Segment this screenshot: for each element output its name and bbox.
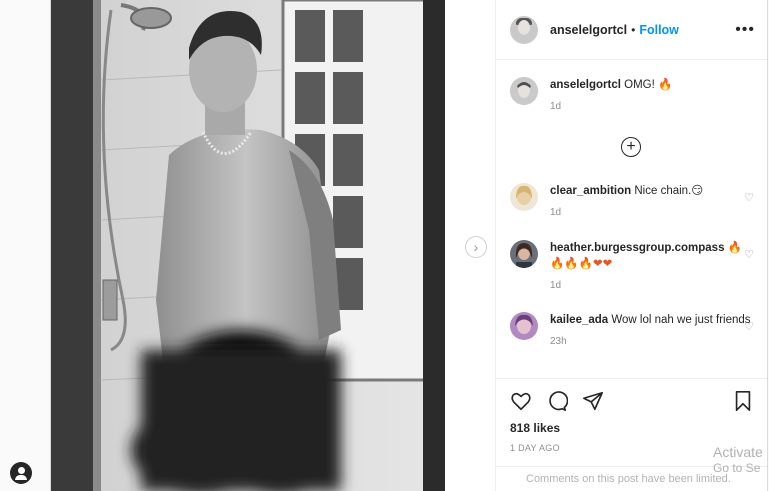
comment-avatar-image: [510, 240, 538, 268]
like-heart-icon[interactable]: [510, 390, 534, 414]
author-avatar[interactable]: [510, 15, 538, 44]
comment-text-block: kailee_ada Wow lol nah we just friends: [550, 312, 760, 328]
like-comment-heart-icon[interactable]: ♡: [744, 191, 754, 204]
next-post-arrow-icon[interactable]: ›: [465, 236, 487, 258]
comment-bubble-icon[interactable]: [546, 390, 570, 414]
profile-head-shape: [17, 467, 25, 474]
caption: anselelgortcl OMG! 🔥 1d: [510, 77, 760, 112]
post-header: anselelgortcl • Follow •••: [496, 0, 767, 60]
comment-text: Wow lol nah we just friends: [611, 314, 751, 326]
comment-avatar-image: [510, 312, 538, 340]
comment-username[interactable]: clear_ambition: [550, 185, 631, 197]
more-options-icon[interactable]: •••: [735, 21, 755, 39]
watermark-line-2: Go to Se: [713, 461, 761, 475]
comment-username[interactable]: kailee_ada: [550, 314, 608, 326]
load-more-comments-icon[interactable]: +: [621, 137, 641, 157]
like-comment-heart-icon[interactable]: ♡: [744, 248, 754, 261]
comment-time[interactable]: 23h: [550, 336, 760, 347]
comment-text: 🔥: [727, 242, 742, 254]
save-bookmark-icon[interactable]: [732, 390, 756, 414]
watermark-line-1: Activate: [713, 444, 763, 460]
post-media[interactable]: [51, 0, 445, 491]
author-username[interactable]: anselelgortcl: [550, 23, 627, 37]
comment-text: Nice chain.😏: [634, 185, 704, 197]
avatar-face-shape: [518, 19, 530, 35]
post-modal: anselelgortcl • Follow ••• anselelgortcl…: [50, 0, 768, 491]
profile-shoulders-shape: [15, 475, 27, 480]
caption-text-block: anselelgortcl OMG! 🔥: [550, 77, 760, 93]
caption-time[interactable]: 1d: [550, 101, 760, 112]
caption-text: OMG! 🔥: [624, 79, 673, 91]
likes-count[interactable]: 818 likes: [510, 421, 756, 435]
comment-avatar[interactable]: [510, 240, 538, 268]
post-side-panel: anselelgortcl • Follow ••• anselelgortcl…: [495, 0, 767, 491]
follow-button[interactable]: Follow: [639, 23, 679, 37]
caption-avatar[interactable]: [510, 77, 538, 105]
header-separator: •: [631, 22, 636, 37]
activate-windows-watermark: Activate Go to Se: [713, 444, 763, 476]
caption-avatar-image: [510, 77, 538, 105]
comment-text-block: heather.burgessgroup.compass 🔥 🔥🔥🔥❤❤: [550, 240, 760, 272]
like-comment-heart-icon[interactable]: ♡: [744, 320, 754, 333]
comment-time[interactable]: 1d: [550, 280, 760, 291]
caption-username[interactable]: anselelgortcl: [550, 79, 621, 91]
comment-avatar[interactable]: [510, 183, 538, 211]
comments-list: anselelgortcl OMG! 🔥 1d + clear_ambition: [496, 61, 767, 377]
comment-time[interactable]: 1d: [550, 207, 760, 218]
comment-item: clear_ambition Nice chain.😏 1d ♡: [510, 183, 760, 218]
comment-username[interactable]: heather.burgessgroup.compass: [550, 242, 724, 254]
profile-avatar-icon[interactable]: [10, 462, 32, 484]
comment-avatar[interactable]: [510, 312, 538, 340]
comment-text-continued: 🔥🔥🔥❤❤: [550, 258, 613, 270]
comment-item: heather.burgessgroup.compass 🔥 🔥🔥🔥❤❤ 1d …: [510, 240, 760, 291]
share-paper-plane-icon[interactable]: [582, 390, 606, 414]
action-row: [510, 387, 756, 417]
comment-item: kailee_ada Wow lol nah we just friends 2…: [510, 312, 760, 347]
comment-text-block: clear_ambition Nice chain.😏: [550, 183, 760, 199]
post-photo: [51, 0, 445, 491]
comment-avatar-image: [510, 183, 538, 211]
